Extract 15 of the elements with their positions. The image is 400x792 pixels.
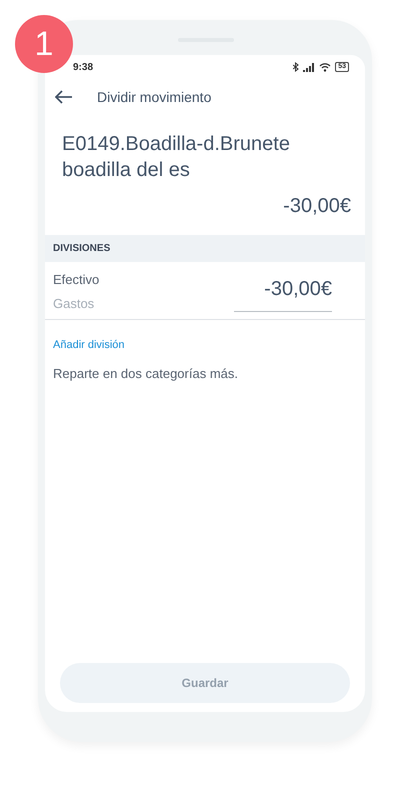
back-icon[interactable] [55,90,73,104]
category-name: Gastos [53,294,96,312]
status-time: 9:38 [73,60,94,74]
add-division-link[interactable]: Añadir división [53,339,125,351]
step-badge: 1 [15,15,73,73]
signal-icon [303,62,316,72]
account-name: Efectivo [53,271,100,289]
screen-title: Dividir movimiento [97,88,212,106]
section-title: DIVISIONES [53,242,110,256]
wifi-icon [319,62,332,72]
movement-title: E0149.Boadilla-d.Brunete boadilla del es [62,132,291,183]
movement-amount: -30,00€ [283,195,351,217]
amount-field[interactable]: -30,00€ [234,274,332,312]
add-division-description: Reparte en dos categorías más. [53,365,239,383]
bluetooth-icon [293,62,300,72]
